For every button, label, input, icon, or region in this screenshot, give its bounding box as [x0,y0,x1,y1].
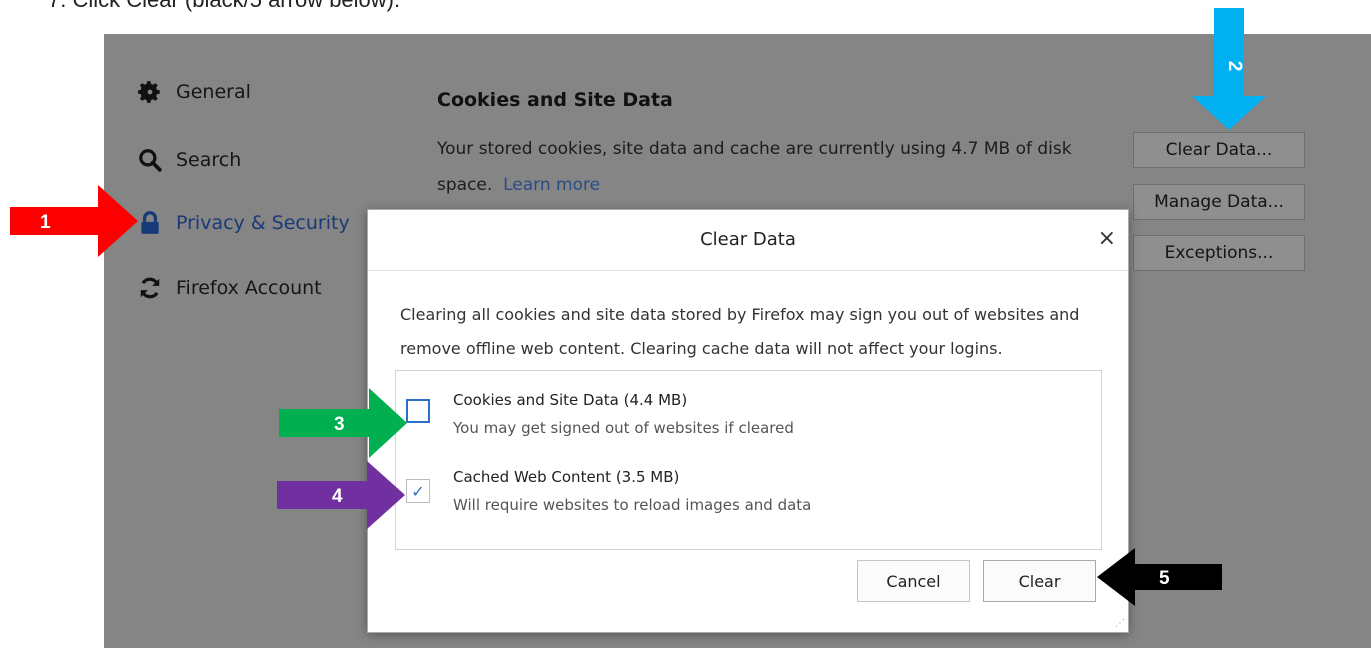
sidebar-item-privacy-security[interactable]: Privacy & Security [136,209,350,237]
exceptions-button[interactable]: Exceptions... [1133,235,1305,271]
option-sub: Will require websites to reload images a… [453,496,812,514]
cancel-button[interactable]: Cancel [857,560,970,602]
annotation-arrow-1: 1 [10,185,138,257]
sync-icon [136,274,164,302]
sidebar-item-label: General [176,81,251,103]
resize-grip-icon[interactable]: ⋰ [1115,618,1125,629]
annotation-arrow-5: 5 [1097,548,1222,606]
options-box: Cookies and Site Data (4.4 MB) You may g… [395,370,1102,550]
dialog-description: Clearing all cookies and site data store… [400,305,1080,358]
section-title: Cookies and Site Data [437,89,673,111]
option-label: Cookies and Site Data (4.4 MB) [453,391,688,409]
option-label: Cached Web Content (3.5 MB) [453,468,680,486]
cached-checkbox[interactable]: ✓ [406,479,430,503]
learn-more-link[interactable]: Learn more [503,175,600,195]
sidebar-item-label: Search [176,149,242,171]
annotation-arrow-3: 3 [279,388,407,458]
sidebar-item-label: Firefox Account [176,277,322,299]
annotation-label-4: 4 [332,486,343,507]
gear-icon [136,78,164,106]
annotation-arrow-4: 4 [277,461,405,529]
sidebar-item-label: Privacy & Security [176,212,350,234]
annotation-label-3: 3 [334,414,345,435]
clear-data-dialog: Clear Data × Clearing all cookies and si… [367,209,1129,633]
clear-button[interactable]: Clear [983,560,1096,602]
manage-data-button[interactable]: Manage Data... [1133,184,1305,220]
lock-icon [136,209,164,237]
sidebar-item-firefox-account[interactable]: Firefox Account [136,274,322,302]
annotation-arrow-2: 2 [1192,8,1266,130]
sidebar-item-search[interactable]: Search [136,146,241,174]
cookies-checkbox[interactable] [406,399,430,423]
clear-data-button[interactable]: Clear Data... [1133,132,1305,168]
sidebar-item-general[interactable]: General [136,78,251,106]
search-icon [136,146,164,174]
annotation-label-5: 5 [1159,568,1170,589]
check-icon: ✓ [411,481,425,501]
option-sub: You may get signed out of websites if cl… [453,419,794,437]
dialog-title: Clear Data [700,229,796,250]
instruction-text: 7. Click Clear (black/5 arrow below). [48,0,400,13]
close-icon[interactable]: × [1098,226,1116,251]
section-description: Your stored cookies, site data and cache… [437,131,1107,203]
annotation-label-1: 1 [40,212,51,233]
dialog-divider [368,270,1128,271]
annotation-label-2: 2 [1224,61,1245,72]
